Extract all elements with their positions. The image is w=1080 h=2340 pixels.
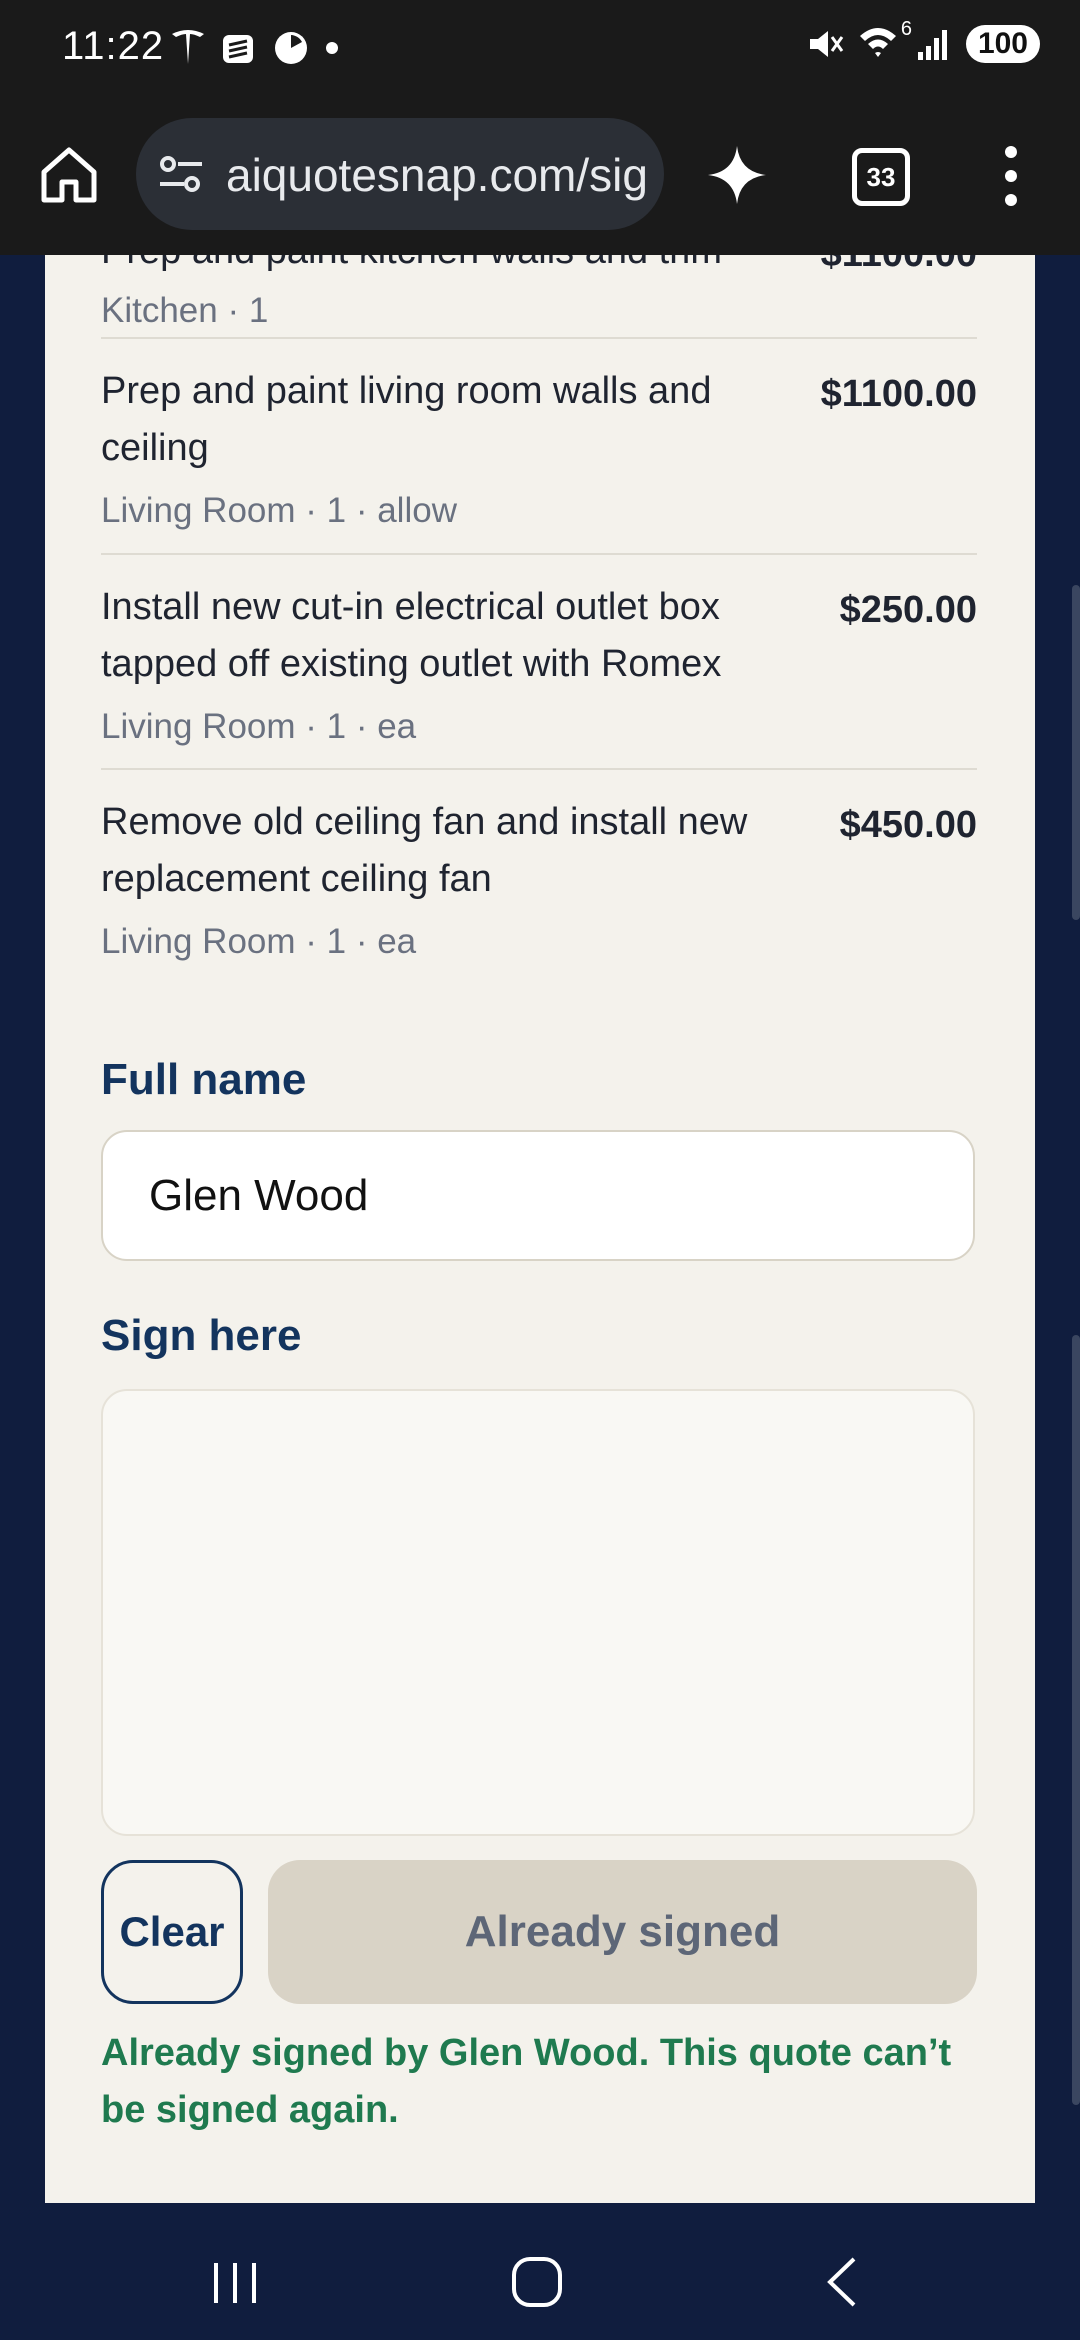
app-icon [223, 35, 253, 63]
timer-icon [275, 32, 307, 64]
item-meta: Kitchen · 1 [101, 291, 269, 330]
item-description: Prep and paint living room walls and cei… [101, 370, 712, 469]
url-text[interactable]: aiquotesnap.com/sig [226, 148, 656, 202]
battery-indicator: 100 [965, 25, 1040, 63]
clear-button[interactable]: Clear [101, 1860, 243, 2004]
item-description: Remove old ceiling fan and install new r… [101, 801, 748, 900]
list-item: Remove old ceiling fan and install new r… [101, 770, 977, 983]
item-meta: Living Room · 1 · allow [101, 491, 457, 530]
status-notification-icons [170, 28, 340, 68]
full-name-label: Full name [101, 1055, 307, 1104]
item-price: $1100.00 [821, 255, 977, 276]
recent-apps-icon[interactable] [210, 2261, 260, 2305]
dot-icon [326, 42, 338, 54]
tabs-button[interactable]: 33 [852, 148, 910, 206]
item-description: Prep and paint kitchen walls and trim [101, 255, 791, 280]
quote-card: Prep and paint kitchen walls and trim Ki… [45, 255, 1035, 2203]
status-system-icons: 6 100 [806, 18, 1040, 64]
scrollbar[interactable] [1072, 585, 1080, 920]
item-meta: Living Room · 1 · ea [101, 922, 417, 961]
wifi-icon [859, 28, 896, 57]
item-price: $1100.00 [820, 373, 977, 415]
list-item: Prep and paint living room walls and cei… [101, 339, 977, 555]
sign-here-label: Sign here [101, 1311, 302, 1360]
item-description: Install new cut-in electrical outlet box… [101, 586, 722, 685]
tesla-icon [172, 30, 204, 64]
mute-icon [809, 31, 844, 57]
item-price: $250.00 [839, 589, 977, 631]
more-vert-icon[interactable] [994, 144, 1028, 208]
signature-pad[interactable] [101, 1389, 975, 1836]
tab-count: 33 [866, 161, 896, 192]
item-price: $450.00 [839, 804, 977, 846]
line-items-list: Prep and paint kitchen walls and trim Ki… [101, 255, 977, 983]
full-name-input[interactable]: Glen Wood [101, 1130, 975, 1261]
signed-status-message: Already signed by Glen Wood. This quote … [101, 2032, 952, 2131]
home-circle-icon[interactable] [510, 2255, 564, 2309]
address-bar[interactable]: aiquotesnap.com/sig [136, 118, 664, 230]
wifi-badge: 6 [900, 18, 912, 40]
back-icon[interactable] [820, 2255, 864, 2309]
already-signed-button[interactable]: Already signed [268, 1860, 977, 2004]
wifi-indicator: 6 [858, 18, 912, 64]
gemini-sparkle-icon[interactable] [706, 144, 768, 206]
site-settings-icon[interactable] [158, 152, 204, 196]
list-item: Prep and paint kitchen walls and trim Ki… [101, 255, 977, 339]
list-item: Install new cut-in electrical outlet box… [101, 555, 977, 770]
item-meta: Living Room · 1 · ea [101, 707, 417, 746]
system-nav-bar [0, 2203, 1080, 2340]
scrollbar-secondary [1072, 1335, 1080, 2105]
status-time: 11:22 [62, 24, 165, 68]
home-icon[interactable] [38, 144, 100, 206]
signal-icon [917, 30, 947, 60]
status-bar: 11:22 6 100 [0, 0, 1080, 100]
browser-toolbar: aiquotesnap.com/sig 33 [0, 100, 1080, 255]
